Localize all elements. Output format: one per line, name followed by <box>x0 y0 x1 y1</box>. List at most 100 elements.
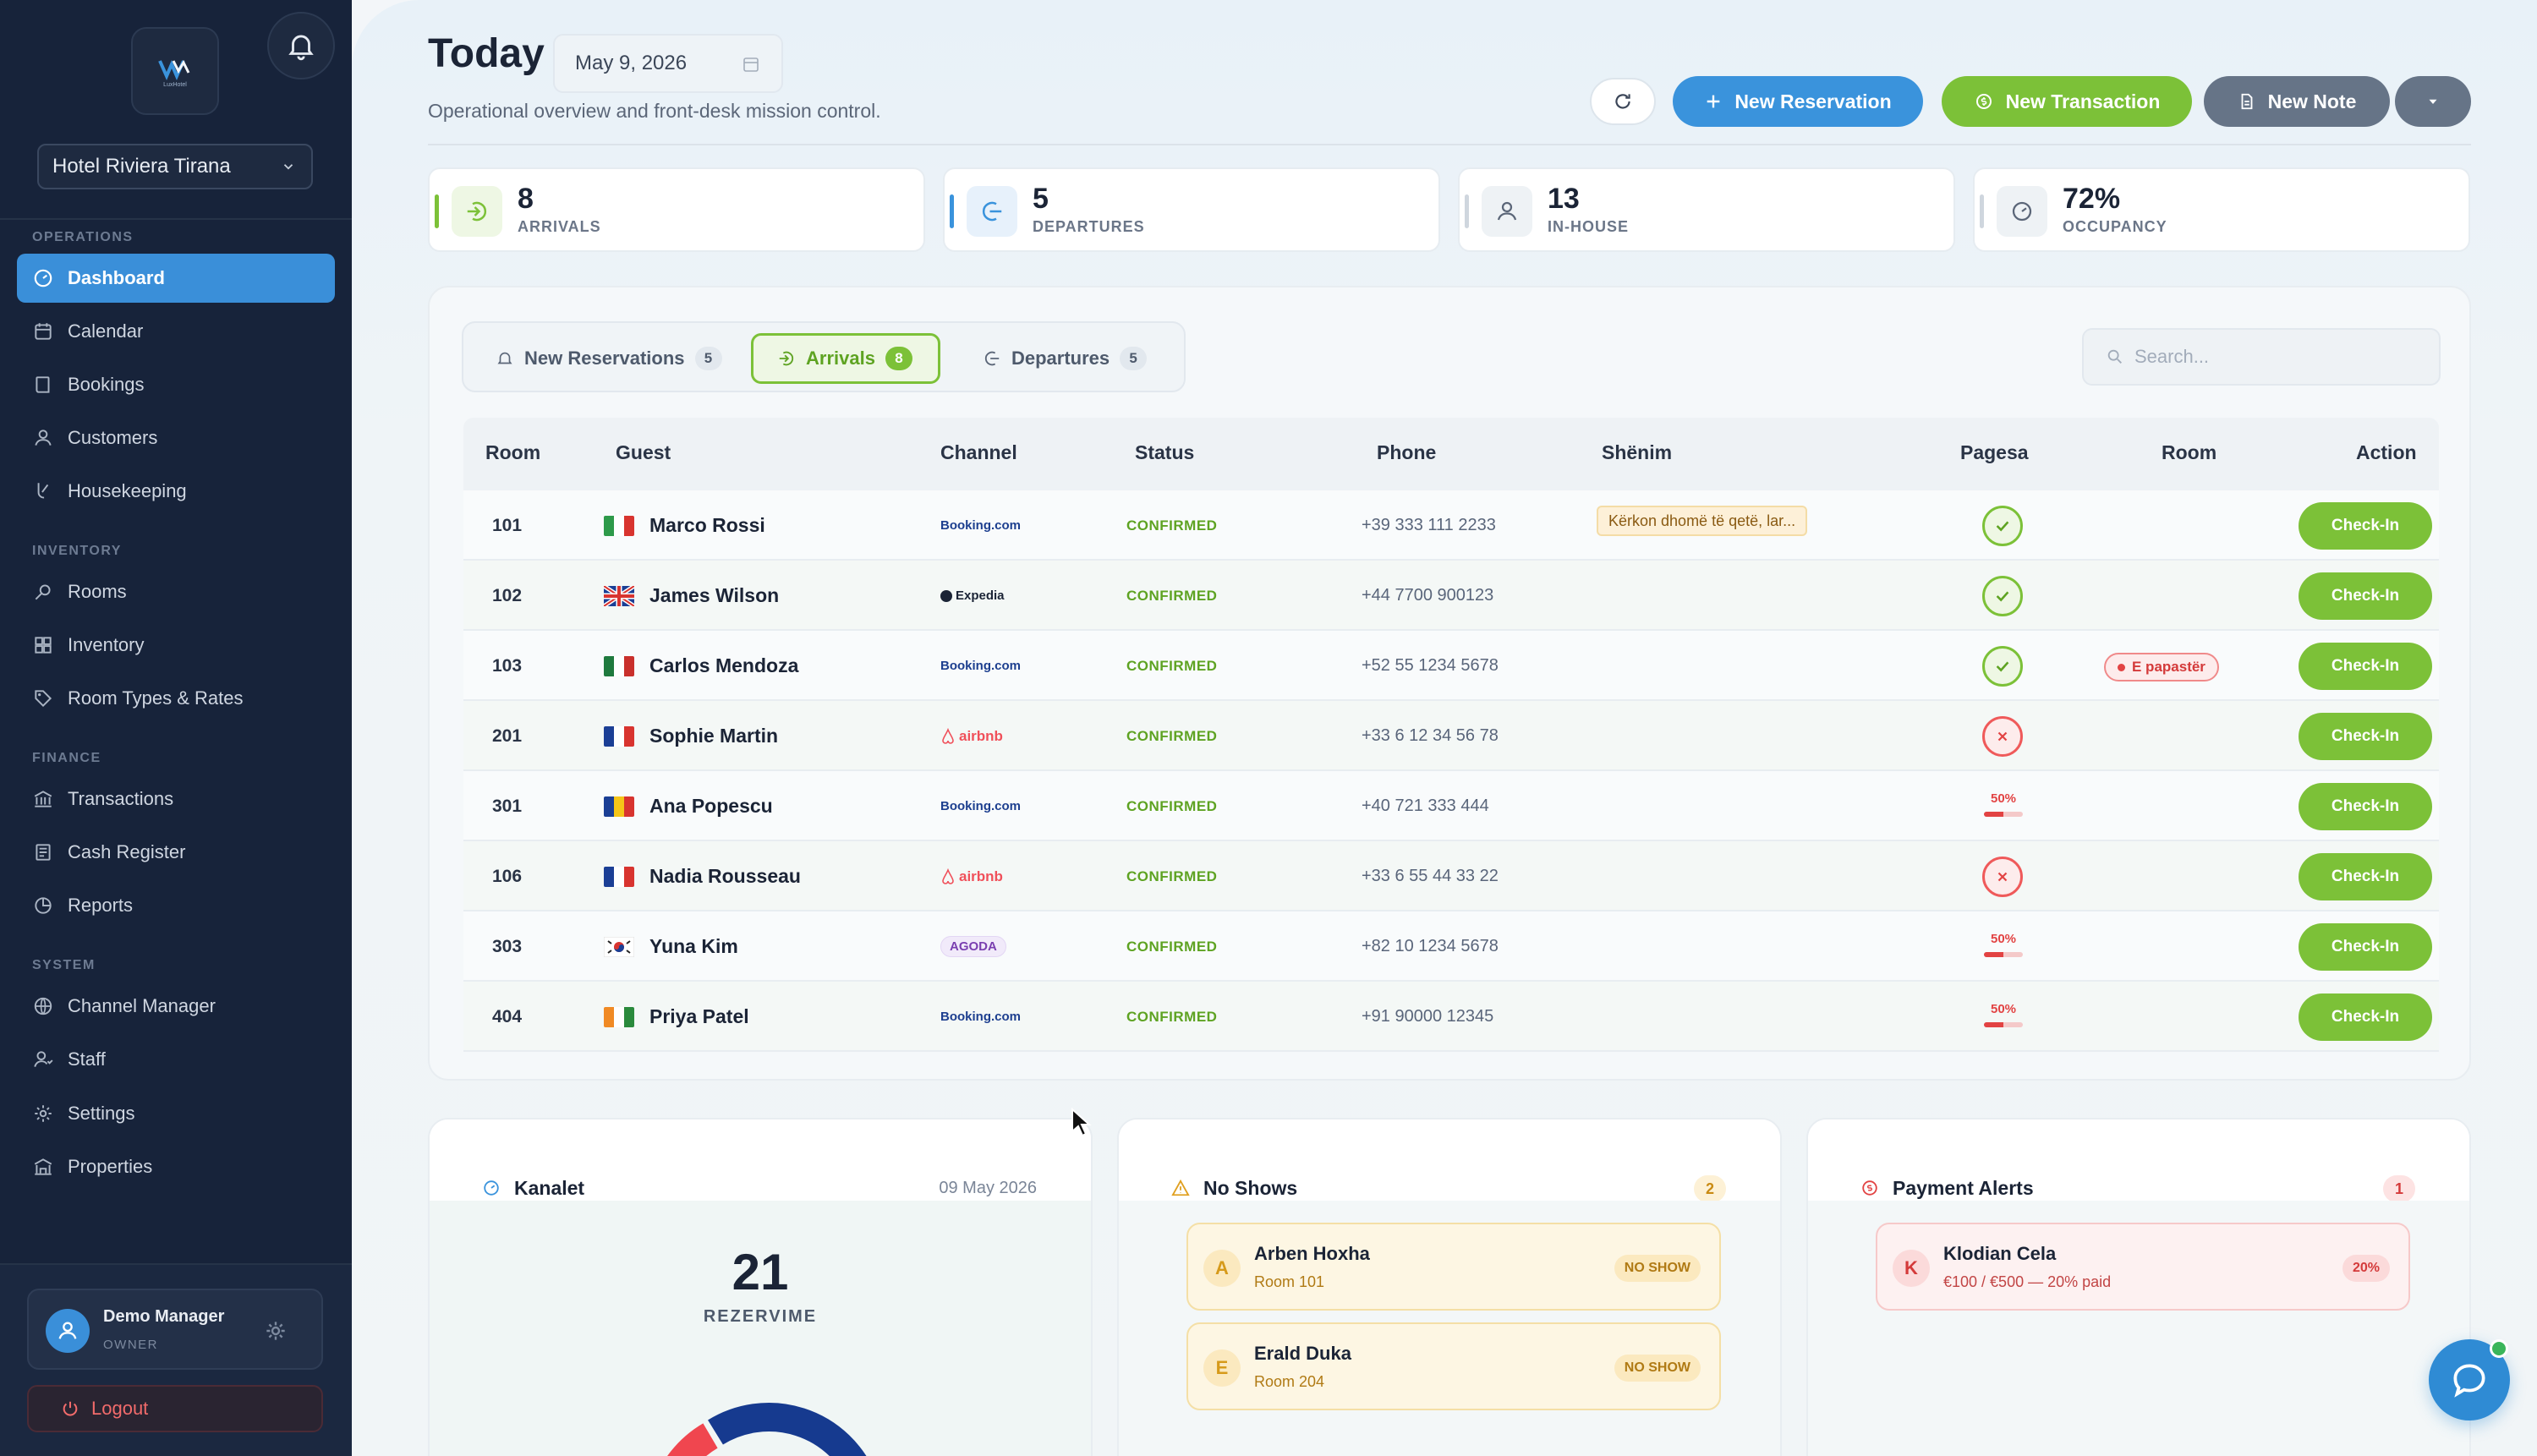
stat-label: ARRIVALS <box>518 218 601 235</box>
check-in-button[interactable]: Check-In <box>2299 853 2432 900</box>
sidebar-item-staff[interactable]: Staff <box>17 1035 335 1084</box>
sidebar-item-bookings[interactable]: Bookings <box>17 360 335 409</box>
stat-accent <box>950 194 954 228</box>
search-input[interactable]: Search... <box>2082 328 2441 386</box>
col-note: Shënim <box>1602 441 1673 463</box>
channel-donut-chart <box>667 1403 867 1456</box>
table-row[interactable]: 102 James Wilson Expedia CONFIRMED +44 7700 … <box>463 561 2439 631</box>
table-row[interactable]: 301 Ana Popescu Booking.com CONFIRMED +40 72… <box>463 771 2439 841</box>
check-in-button[interactable]: Check-In <box>2299 993 2432 1041</box>
sidebar-item-customers[interactable]: Customers <box>17 413 335 463</box>
new-transaction-button[interactable]: New Transaction <box>1942 76 2192 127</box>
sidebar-item-label: Inventory <box>68 634 145 655</box>
more-actions-button[interactable] <box>2395 76 2471 127</box>
no-show-room: Room 204 <box>1254 1373 1325 1390</box>
stat-occupancy: 72% OCCUPANCY <box>1973 167 2470 252</box>
check-in-button[interactable]: Check-In <box>2299 923 2432 971</box>
sidebar-item-rooms[interactable]: Rooms <box>17 567 335 616</box>
hotel-selector-label: Hotel Riviera Tirana <box>52 155 231 178</box>
payment-percent: 50% <box>1990 932 2017 946</box>
date-picker[interactable]: May 9, 2026 <box>553 34 783 93</box>
tab-departures[interactable]: Departures 5 <box>959 333 1169 384</box>
warning-icon <box>1171 1179 1190 1196</box>
person-icon <box>1497 201 1517 221</box>
table-row[interactable]: 103 Carlos Mendoza Booking.com CONFIRMED +52… <box>463 631 2439 701</box>
table-row[interactable]: 106 Nadia Rousseau airbnb CONFIRMED +33 6 55… <box>463 841 2439 911</box>
payment-paid-indicator <box>1982 576 2023 616</box>
guest-cell[interactable]: James Wilson <box>604 561 779 631</box>
check-in-button[interactable]: Check-In <box>2299 502 2432 550</box>
channel-logo-agoda: AGODA <box>940 936 1006 957</box>
gear-icon[interactable] <box>262 1317 289 1344</box>
sidebar-item-cash-register[interactable]: Cash Register <box>17 828 335 877</box>
sidebar-item-dashboard[interactable]: Dashboard <box>17 254 335 303</box>
guest-cell[interactable]: Ana Popescu <box>604 771 773 841</box>
check-in-button[interactable]: Check-In <box>2299 783 2432 830</box>
avatar: E <box>1203 1349 1241 1387</box>
flag-gb-icon <box>604 585 634 606</box>
sidebar-item-housekeeping[interactable]: Housekeeping <box>17 467 335 516</box>
check-in-button[interactable]: Check-In <box>2299 643 2432 690</box>
broom-icon <box>37 483 49 499</box>
note-chip[interactable]: Kërkon dhomë të qetë, lar... <box>1597 506 1808 536</box>
room-dirty-label: E papastër <box>2132 659 2205 675</box>
tab-count: 5 <box>694 347 722 370</box>
sidebar-item-room-types[interactable]: Room Types & Rates <box>17 674 335 723</box>
table-row[interactable]: 201 Sophie Martin airbnb CONFIRMED +33 6 12 … <box>463 701 2439 771</box>
no-show-item[interactable]: E Erald Duka Room 204 NO SHOW <box>1186 1322 1721 1410</box>
user-card[interactable]: Demo Manager OWNER <box>27 1289 323 1370</box>
guest-cell[interactable]: Carlos Mendoza <box>604 631 798 701</box>
caret-down-icon <box>2429 99 2437 104</box>
room-number: 404 <box>492 1006 523 1026</box>
logout-button[interactable]: Logout <box>27 1385 323 1432</box>
total-reservations-label: REZERVIME <box>703 1307 818 1326</box>
register-icon <box>36 844 51 861</box>
payment-progress-fill <box>1984 812 2003 817</box>
chevron-down-icon <box>283 164 293 170</box>
sidebar-item-inventory[interactable]: Inventory <box>17 621 335 670</box>
hotel-logo[interactable]: LuxHotel <box>131 27 219 115</box>
building-icon <box>34 1158 52 1175</box>
payment-alerts-card: Payment Alerts 1 K Klodian Cela €100 / €… <box>1806 1118 2471 1456</box>
new-reservation-button[interactable]: New Reservation <box>1673 76 1923 127</box>
payment-paid-indicator <box>1982 646 2023 687</box>
sidebar-divider <box>0 218 352 220</box>
sidebar-item-settings[interactable]: Settings <box>17 1089 335 1138</box>
table-row[interactable]: 303 Yuna Kim AGODA CONFIRMED +82 10 1234 567… <box>463 911 2439 982</box>
sidebar-item-label: Rooms <box>68 581 127 602</box>
check-in-button[interactable]: Check-In <box>2299 713 2432 760</box>
check-in-button[interactable]: Check-In <box>2299 572 2432 620</box>
new-note-button[interactable]: New Note <box>2204 76 2390 127</box>
flag-fr-icon <box>604 866 634 887</box>
no-show-item[interactable]: A Arben Hoxha Room 101 NO SHOW <box>1186 1223 1721 1311</box>
guest-cell[interactable]: Priya Patel <box>604 982 749 1052</box>
tab-label: New Reservations <box>524 348 685 369</box>
table-row[interactable]: 404 Priya Patel Booking.com CONFIRMED +91 90… <box>463 982 2439 1052</box>
sidebar-item-properties[interactable]: Properties <box>17 1142 335 1191</box>
kanalet-card: Kanalet 09 May 2026 21 REZERVIME <box>428 1118 1093 1456</box>
table-row[interactable]: 101 Marco Rossi Booking.com CONFIRMED +39 33… <box>463 490 2439 561</box>
sidebar-item-transactions[interactable]: Transactions <box>17 775 335 824</box>
flag-ro-icon <box>604 796 634 817</box>
flag-mx-icon <box>604 655 634 676</box>
payment-alert-item[interactable]: K Klodian Cela €100 / €500 — 20% paid 20… <box>1876 1223 2410 1311</box>
table-header: Room Guest Channel Status Phone Shënim P… <box>463 418 2439 490</box>
tab-new-reservations[interactable]: New Reservations 5 <box>472 333 734 384</box>
search-placeholder: Search... <box>2134 346 2210 367</box>
hotel-selector[interactable]: Hotel Riviera Tirana <box>37 144 313 189</box>
staff-icon <box>34 1051 53 1067</box>
guest-cell[interactable]: Sophie Martin <box>604 701 778 771</box>
sidebar-item-reports[interactable]: Reports <box>17 881 335 930</box>
sidebar-item-channel-manager[interactable]: Channel Manager <box>17 982 335 1031</box>
power-icon <box>63 1401 78 1416</box>
guest-cell[interactable]: Nadia Rousseau <box>604 841 801 911</box>
status-badge: CONFIRMED <box>1126 797 1218 814</box>
sidebar-item-calendar[interactable]: Calendar <box>17 307 335 356</box>
guest-cell[interactable]: Yuna Kim <box>604 911 738 982</box>
notifications-button[interactable] <box>267 12 335 79</box>
guest-cell[interactable]: Marco Rossi <box>604 490 765 561</box>
payment-percent: 50% <box>1990 791 2017 806</box>
payment-progress-fill <box>1984 952 2003 957</box>
refresh-button[interactable] <box>1590 78 1656 125</box>
tab-arrivals[interactable]: Arrivals 8 <box>751 333 940 384</box>
